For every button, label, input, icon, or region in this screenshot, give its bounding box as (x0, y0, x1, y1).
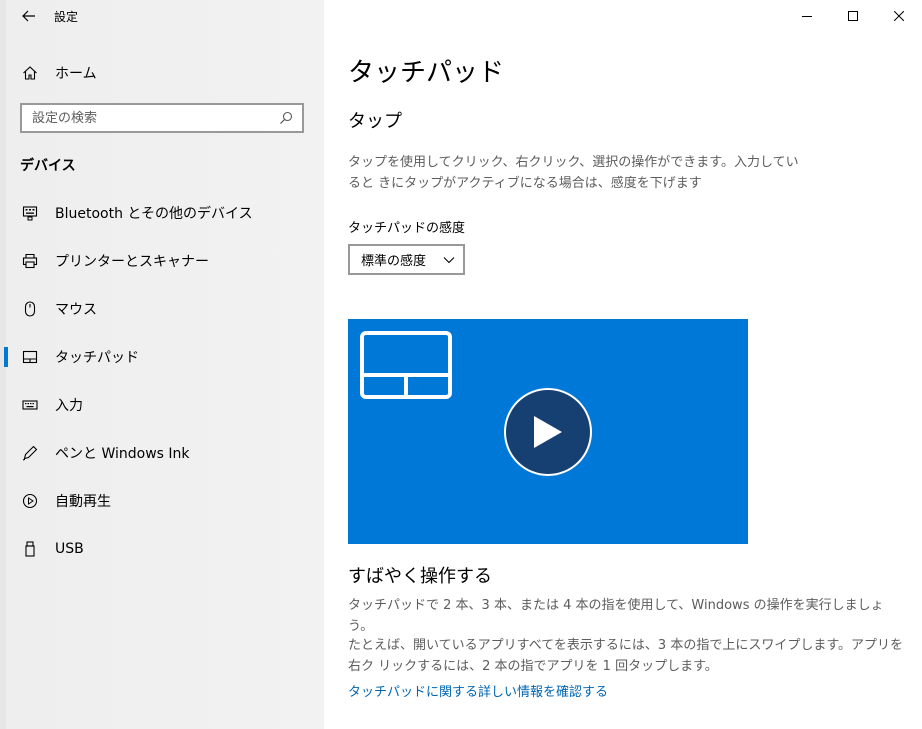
sidebar-item-typing[interactable]: 入力 (6, 381, 324, 429)
search-input[interactable] (22, 105, 274, 131)
search-icon[interactable] (274, 106, 298, 130)
sidebar-item-autoplay[interactable]: 自動再生 (6, 477, 324, 525)
sidebar-item-label: プリンターとスキャナー (55, 254, 209, 270)
sidebar-item-mouse[interactable]: マウス (6, 285, 324, 333)
sidebar-item-label: ペンと Windows Ink (55, 446, 190, 462)
sidebar-section-title: デバイス (20, 158, 76, 174)
main-content: タッチパッド タップ タップを使用してクリック、右クリック、選択の操作ができます… (348, 0, 908, 729)
sidebar-item-label: ホーム (55, 66, 97, 82)
app-title: 設定 (54, 9, 79, 24)
back-button[interactable] (6, 0, 52, 32)
sidebar-item-pen[interactable]: ペンと Windows Ink (6, 429, 324, 477)
sidebar-item-label: 入力 (55, 398, 83, 414)
tap-heading: タップ (348, 111, 402, 132)
sensitivity-label: タッチパッドの感度 (348, 221, 466, 236)
mouse-icon (21, 300, 39, 318)
sensitivity-value: 標準の感度 (361, 254, 427, 269)
sidebar-item-label: 自動再生 (55, 494, 111, 510)
back-arrow-icon (22, 10, 35, 22)
printer-icon (21, 252, 39, 270)
sidebar-item-label: Bluetooth とその他のデバイス (55, 206, 253, 222)
touchpad-illustration-icon (360, 331, 452, 399)
quick-description-2: たとえば、開いているアプリすべてを表示するには、3 本の指で上にスワイプします。… (348, 638, 904, 674)
page-title: タッチパッド (348, 58, 505, 88)
title-bar: 設定 (6, 0, 324, 32)
sidebar-item-usb[interactable]: USB (6, 525, 324, 573)
touchpad-video[interactable] (348, 319, 748, 544)
settings-window: 設定 ホーム デバイス (0, 0, 922, 729)
usb-icon (21, 540, 39, 558)
sidebar-item-printers[interactable]: プリンターとスキャナー (6, 237, 324, 285)
bluetooth-devices-icon (21, 204, 39, 222)
play-button[interactable] (504, 388, 592, 476)
tap-description: タップを使用してクリック、右クリック、選択の操作ができます。入力していると きに… (348, 155, 799, 191)
sidebar-item-label: USB (55, 541, 84, 557)
sidebar-item-home[interactable]: ホーム (6, 56, 324, 90)
chevron-down-icon (443, 256, 455, 263)
quick-description-1: タッチパッドで 2 本、3 本、または 4 本の指を使用して、Windows の… (348, 598, 884, 634)
more-info-link[interactable]: タッチパッドに関する詳しい情報を確認する (348, 681, 608, 700)
home-icon (21, 64, 39, 82)
search-box[interactable] (20, 103, 304, 133)
quick-heading: すばやく操作する (348, 566, 492, 587)
pen-icon (21, 444, 39, 462)
sidebar-nav: Bluetooth とその他のデバイス プリンターとスキャナー マウス タッチパ… (4, 189, 324, 573)
sidebar-item-touchpad[interactable]: タッチパッド (4, 333, 324, 381)
sidebar-item-label: マウス (55, 302, 97, 318)
keyboard-icon (21, 396, 39, 414)
sidebar-item-bluetooth[interactable]: Bluetooth とその他のデバイス (6, 189, 324, 237)
sensitivity-dropdown[interactable]: 標準の感度 (348, 244, 465, 275)
sidebar-item-label: タッチパッド (55, 350, 139, 366)
autoplay-icon (21, 492, 39, 510)
play-icon (534, 416, 562, 448)
touchpad-icon (21, 348, 39, 366)
